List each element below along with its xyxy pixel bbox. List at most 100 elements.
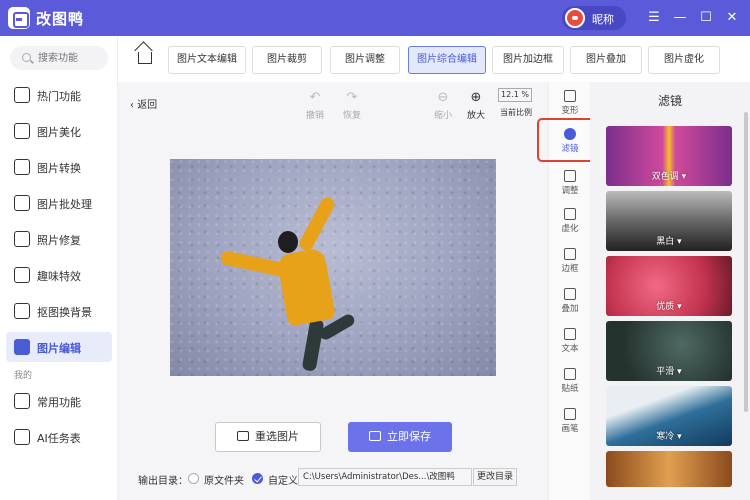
sidebar-item-image-edit[interactable]: 图片编辑 [6, 332, 112, 362]
tab-overlay[interactable]: 图片叠加 [570, 46, 642, 74]
filter-card-premium[interactable]: 优质 ▾ [606, 256, 732, 316]
sidebar-item-label: 抠图换背景 [37, 306, 92, 319]
adjust-icon [564, 170, 576, 182]
custom-label: 自定义 [268, 476, 298, 487]
sidebar-item-label: 图片批处理 [37, 198, 92, 211]
tool-label: 变形 [561, 106, 579, 116]
zoom-in-label: 放大 [466, 111, 485, 121]
tool-label: 边框 [561, 264, 579, 274]
tool-sticker[interactable]: 贴纸 [549, 368, 591, 394]
sidebar-item-repair[interactable]: 照片修复 [6, 224, 112, 254]
home-icon[interactable] [138, 52, 152, 64]
output-path-field[interactable]: C:\Users\Administrator\Des...\改图鸭 [298, 468, 472, 486]
filter-card-bw[interactable]: 黑白 ▾ [606, 191, 732, 251]
redo-label: 恢复 [342, 111, 361, 121]
tool-brush[interactable]: 画笔 [549, 408, 591, 434]
maximize-button[interactable]: ☐ [696, 8, 716, 28]
crop-icon [564, 90, 576, 102]
sidebar-item-label: 图片编辑 [37, 342, 81, 355]
sidebar-item-label: 图片美化 [37, 126, 81, 139]
filter-card-duotone[interactable]: 双色调 ▾ [606, 126, 732, 186]
sidebar-item-favorites[interactable]: 常用功能 [6, 386, 112, 416]
filter-card-warm[interactable] [606, 451, 732, 487]
minimize-button[interactable]: — [670, 8, 690, 28]
tab-bar: 图片文本编辑 图片裁剪 图片调整 图片综合编辑 图片加边框 图片叠加 图片虚化 [118, 36, 750, 82]
output-dir-label: 输出目录： [138, 476, 188, 487]
sidebar-item-convert[interactable]: 图片转换 [6, 152, 112, 182]
save-icon [369, 431, 381, 441]
zoom-in-icon: ⊕ [470, 90, 482, 105]
tool-label: 虚化 [561, 224, 579, 234]
sidebar-item-effects[interactable]: 趣味特效 [6, 260, 112, 290]
current-ratio-label[interactable]: 当前比例 [500, 107, 532, 118]
save-button[interactable]: 立即保存 [348, 422, 452, 452]
tool-overlay[interactable]: 叠加 [549, 288, 591, 314]
sidebar-item-batch[interactable]: 图片批处理 [6, 188, 112, 218]
sidebar-item-label: 热门功能 [37, 90, 81, 103]
user-name: 昵称 [592, 13, 614, 26]
search-input[interactable] [38, 50, 102, 66]
photo-preview[interactable] [170, 159, 496, 376]
filter-panel-title: 滤镜 [657, 94, 682, 108]
grid-icon [14, 393, 30, 409]
menu-icon[interactable]: ☰ [644, 8, 664, 28]
sidebar-item-cutout[interactable]: 抠图换背景 [6, 296, 112, 326]
tool-label: 文本 [561, 344, 579, 354]
tool-text[interactable]: 文本 [549, 328, 591, 354]
reselect-label: 重选图片 [255, 430, 299, 443]
tab-crop[interactable]: 图片裁剪 [252, 46, 322, 74]
tab-blur[interactable]: 图片虚化 [648, 46, 720, 74]
batch-icon [14, 195, 30, 211]
reselect-image-button[interactable]: 重选图片 [215, 422, 321, 452]
close-button[interactable]: ✕ [722, 8, 742, 28]
sidebar-item-beautify[interactable]: 图片美化 [6, 116, 112, 146]
sidebar-item-label: 常用功能 [37, 396, 81, 409]
tab-adjust[interactable]: 图片调整 [330, 46, 400, 74]
tool-border[interactable]: 边框 [549, 248, 591, 274]
tool-transform[interactable]: 变形 [549, 90, 591, 116]
zoom-out-button[interactable]: ⊖ 缩小 [428, 90, 458, 121]
sidebar-item-label: 趣味特效 [37, 270, 81, 283]
radio-original-folder[interactable] [188, 473, 199, 484]
filter-label: 优质 ▾ [656, 302, 682, 312]
ai-task-icon [14, 429, 30, 445]
app-name: 改图鸭 [36, 10, 85, 28]
zoom-out-label: 缩小 [433, 111, 452, 121]
avatar [565, 8, 585, 28]
tool-blur[interactable]: 虚化 [549, 208, 591, 234]
undo-button[interactable]: ↶ 撤销 [300, 90, 330, 121]
tool-label: 调整 [561, 186, 579, 196]
sidebar-item-label: 图片转换 [37, 162, 81, 175]
filter-card-smooth[interactable]: 平滑 ▾ [606, 321, 732, 381]
border-icon [564, 248, 576, 260]
back-button[interactable]: ‹ 返回 [130, 96, 157, 111]
effect-icon [14, 267, 30, 283]
zoom-out-icon: ⊖ [437, 90, 449, 105]
zoom-value[interactable]: 12.1 % [498, 88, 532, 102]
cutout-icon [14, 303, 30, 319]
tab-add-border[interactable]: 图片加边框 [492, 46, 564, 74]
app-logo-icon [8, 7, 30, 29]
image-edit-icon [14, 339, 30, 355]
user-profile-button[interactable]: 昵称 [562, 6, 626, 30]
radio-custom[interactable] [252, 473, 263, 484]
tool-adjust[interactable]: 调整 [549, 170, 591, 196]
sidebar-item-hot[interactable]: 热门功能 [6, 80, 112, 110]
back-label: 返回 [137, 100, 158, 111]
sticker-icon [564, 368, 576, 380]
search-box[interactable] [10, 46, 108, 70]
filter-scrollbar[interactable] [744, 112, 748, 412]
filter-label: 寒冷 ▾ [656, 432, 682, 442]
tab-comprehensive-edit[interactable]: 图片综合编辑 [408, 46, 486, 74]
redo-button[interactable]: ↷ 恢复 [337, 90, 367, 121]
change-dir-button[interactable]: 更改目录 [473, 468, 517, 486]
zoom-in-button[interactable]: ⊕ 放大 [461, 90, 491, 121]
filter-card-cold[interactable]: 寒冷 ▾ [606, 386, 732, 446]
image-convert-icon [14, 159, 30, 175]
tab-text-edit[interactable]: 图片文本编辑 [168, 46, 246, 74]
sidebar-item-ai-tasks[interactable]: AI任务表 [6, 422, 112, 452]
filter-panel: 滤镜 双色调 ▾ 黑白 ▾ 优质 ▾ 平滑 ▾ 寒冷 ▾ [590, 82, 750, 500]
text-icon [564, 328, 576, 340]
sidebar: 热门功能 图片美化 图片转换 图片批处理 照片修复 趣味特效 抠图换背景 图片编… [0, 36, 118, 500]
search-icon [22, 53, 31, 62]
